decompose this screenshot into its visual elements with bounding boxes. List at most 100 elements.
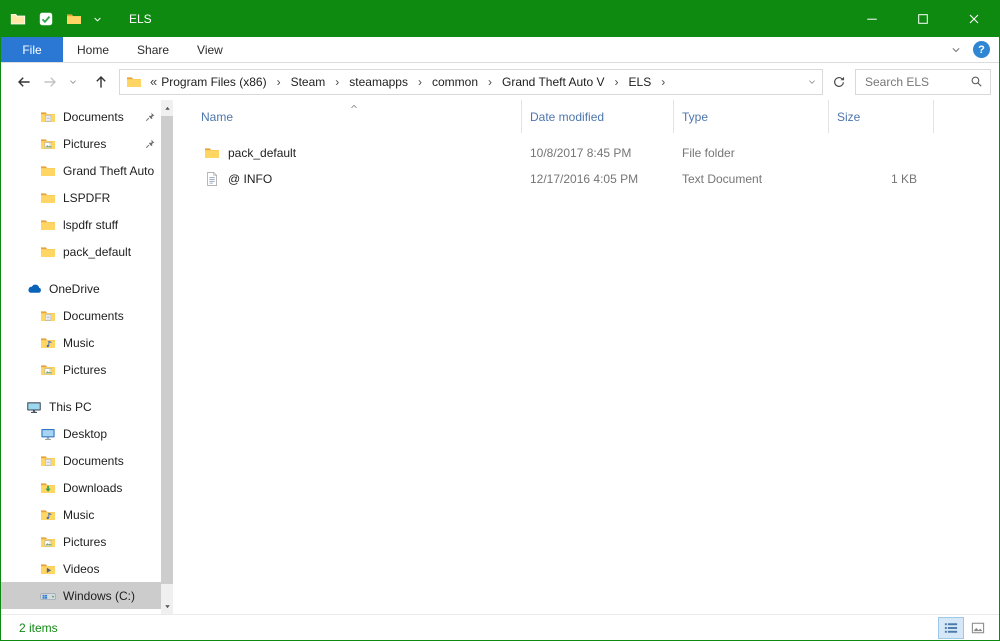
maximize-button[interactable]: [897, 1, 948, 37]
address-dropdown-chevron-icon[interactable]: [807, 77, 817, 87]
sidebar-item-onedrive[interactable]: OneDrive: [1, 275, 161, 302]
details-view-button[interactable]: [939, 618, 963, 638]
breadcrumb-separator-icon[interactable]: ›: [480, 75, 500, 89]
sort-ascending-icon: [347, 100, 361, 109]
file-name-cell: pack_default: [186, 145, 521, 161]
breadcrumb-segment[interactable]: steamapps: [347, 75, 410, 89]
scrollbar-thumb[interactable]: [161, 116, 173, 584]
breadcrumb-separator-icon[interactable]: ›: [653, 75, 673, 89]
breadcrumb-separator-icon[interactable]: ›: [410, 75, 430, 89]
breadcrumb-separator-icon[interactable]: ›: [269, 75, 289, 89]
column-header-size[interactable]: Size: [828, 100, 934, 133]
column-header-name[interactable]: Name: [186, 100, 521, 133]
file-row-pack-default[interactable]: pack_default10/8/2017 8:45 PMFile folder: [186, 140, 999, 166]
sidebar-item-lspdfr[interactable]: LSPDFR: [1, 184, 161, 211]
sidebar-item-pictures[interactable]: Pictures: [1, 130, 161, 157]
file-menu-button[interactable]: File: [1, 37, 63, 62]
sidebar-item-videos[interactable]: Videos: [1, 555, 161, 582]
file-name-label: @ INFO: [228, 172, 272, 186]
tab-share[interactable]: Share: [123, 37, 183, 62]
sidebar-item-music[interactable]: Music: [1, 501, 161, 528]
sidebar-item-downloads[interactable]: Downloads: [1, 474, 161, 501]
breadcrumb-separator-icon[interactable]: ›: [607, 75, 627, 89]
back-button[interactable]: [11, 69, 37, 95]
column-header-label: Date modified: [530, 110, 604, 124]
ribbon-tabs: HomeShareView: [63, 37, 237, 62]
tab-view[interactable]: View: [183, 37, 237, 62]
file-list-pane: Name Date modified Type Size pack_default10…: [173, 100, 999, 614]
sidebar-item-pack-default[interactable]: pack_default: [1, 238, 161, 265]
sidebar-item-pictures[interactable]: Pictures: [1, 528, 161, 555]
breadcrumb-segment[interactable]: Grand Theft Auto V: [500, 75, 607, 89]
recent-locations-chevron-icon[interactable]: [63, 69, 83, 95]
thumbnails-view-button[interactable]: [966, 618, 990, 638]
explorer-window-icon: [10, 11, 26, 27]
sidebar-item-documents[interactable]: Documents: [1, 302, 161, 329]
address-folder-icon: [126, 74, 142, 90]
search-input[interactable]: [856, 75, 968, 89]
sidebar-scrollbar[interactable]: [161, 100, 173, 614]
pictures-folder-icon: [40, 362, 56, 378]
up-button[interactable]: [88, 69, 114, 95]
file-date-modified: 12/17/2016 4:05 PM: [521, 172, 673, 186]
qat-customize-chevron-icon[interactable]: [92, 14, 103, 25]
sidebar-item-this-pc[interactable]: This PC: [1, 393, 161, 420]
onedrive-icon: [26, 281, 42, 297]
folder-icon: [40, 244, 56, 260]
minimize-button[interactable]: [846, 1, 897, 37]
help-button[interactable]: ?: [973, 41, 990, 58]
view-toggles: [939, 618, 990, 638]
sidebar-item-pictures[interactable]: Pictures: [1, 356, 161, 383]
sidebar-item-label: Videos: [63, 562, 161, 576]
scroll-down-icon[interactable]: [161, 598, 173, 614]
text-file-icon: [204, 171, 220, 187]
column-header-type[interactable]: Type: [673, 100, 828, 133]
pictures-folder-icon: [40, 534, 56, 550]
breadcrumb-separator-icon[interactable]: ›: [327, 75, 347, 89]
qat-checkmark-icon[interactable]: [38, 11, 54, 27]
sidebar-item-lspdfr-stuff[interactable]: lspdfr stuff: [1, 211, 161, 238]
ribbon-collapse-chevron-icon[interactable]: [950, 44, 962, 56]
status-bar: 2 items: [1, 614, 999, 640]
forward-button[interactable]: [37, 69, 63, 95]
sidebar-item-label: Documents: [63, 110, 144, 124]
sidebar-item-music[interactable]: Music: [1, 329, 161, 356]
titlebar[interactable]: ELS: [1, 1, 999, 37]
downloads-folder-icon: [40, 480, 56, 496]
sidebar-item-windows-c[interactable]: Windows (C:): [1, 582, 161, 609]
breadcrumb-segment[interactable]: Program Files (x86): [159, 75, 268, 89]
column-headers: Name Date modified Type Size: [186, 100, 999, 133]
sidebar-item-label: Pictures: [63, 363, 161, 377]
tab-home[interactable]: Home: [63, 37, 123, 62]
close-button[interactable]: [948, 1, 999, 37]
refresh-button[interactable]: [826, 69, 852, 95]
sidebar-item-desktop[interactable]: Desktop: [1, 420, 161, 447]
scroll-up-icon[interactable]: [161, 100, 173, 116]
sidebar-item-documents[interactable]: Documents: [1, 447, 161, 474]
minimize-icon: [864, 11, 880, 27]
breadcrumb-overflow-chevron[interactable]: «: [150, 74, 157, 89]
music-folder-icon: [40, 507, 56, 523]
sidebar-item-label: Pictures: [63, 137, 144, 151]
column-header-date-modified[interactable]: Date modified: [521, 100, 673, 133]
item-count: 2 items: [19, 621, 58, 635]
sidebar-item-label: lspdfr stuff: [63, 218, 161, 232]
search-icon[interactable]: [970, 75, 983, 88]
column-header-label: Type: [682, 110, 708, 124]
file-list: pack_default10/8/2017 8:45 PMFile folder…: [186, 140, 999, 192]
sidebar-items: Documents Pictures Grand Theft AutoLSPDFR l…: [1, 103, 161, 609]
sidebar-item-grand-theft-auto[interactable]: Grand Theft Auto: [1, 157, 161, 184]
search-box: [855, 69, 991, 95]
breadcrumb-segment[interactable]: Steam: [289, 75, 328, 89]
qat-new-folder-icon[interactable]: [66, 11, 82, 27]
file-row-info[interactable]: @ INFO12/17/2016 4:05 PMText Document1 K…: [186, 166, 999, 192]
breadcrumb-segment[interactable]: common: [430, 75, 480, 89]
window-title: ELS: [129, 12, 152, 26]
breadcrumb-segment[interactable]: ELS: [627, 75, 654, 89]
sidebar-item-documents[interactable]: Documents: [1, 103, 161, 130]
folder-icon: [40, 163, 56, 179]
file-name-cell: @ INFO: [186, 171, 521, 187]
sidebar-item-label: Documents: [63, 309, 161, 323]
address-bar[interactable]: « Program Files (x86)›Steam›steamapps›co…: [119, 69, 823, 95]
sidebar-group-gap: [1, 383, 161, 393]
